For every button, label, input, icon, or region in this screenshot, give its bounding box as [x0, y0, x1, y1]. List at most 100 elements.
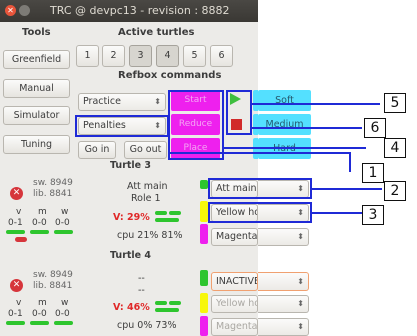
active-turtles-header: Active turtles: [118, 27, 195, 38]
highlight-box-play-stop: [226, 90, 252, 135]
turtle-4-v-indicator: [6, 321, 25, 325]
practice-select[interactable]: Practice ⬍: [78, 93, 166, 111]
turtle-3-role-main: Att main: [127, 181, 168, 192]
turtle-4-home-select-arrow[interactable]: ⬍: [258, 295, 309, 313]
window-minimize-icon[interactable]: [19, 5, 30, 16]
turtle-3-sw-version: sw. 8949: [33, 178, 73, 188]
turtle-3-lib-version: lib. 8841: [33, 189, 73, 199]
tools-header: Tools: [22, 27, 51, 38]
turtle-3-color-select-arrow[interactable]: ⬍: [258, 228, 309, 246]
go-out-button[interactable]: Go out: [124, 141, 167, 159]
annotation-line-2: [312, 188, 382, 190]
turtle-4-status-icon: ✕: [10, 279, 23, 292]
turtle-3-val-v: 0-1: [8, 218, 23, 228]
turtle-2-toggle[interactable]: 2: [102, 45, 125, 67]
chevron-updown-icon: ⬍: [297, 277, 304, 286]
callout-4: 4: [384, 138, 406, 158]
turtle-4-home-select-value: Yellow home: [216, 298, 257, 309]
turtle-3-warning-indicator: [15, 237, 27, 242]
turtle-4-color-select-value: Magenta: [216, 321, 258, 332]
turtle-3-link-bar: [155, 218, 179, 222]
chevron-updown-icon: ⬍: [297, 232, 304, 241]
callout-3: 3: [362, 205, 384, 225]
turtle-4-role-select[interactable]: INACTIVE: [211, 272, 258, 291]
turtle-1-toggle[interactable]: 1: [76, 45, 99, 67]
turtle-4-col-m: m: [38, 298, 47, 308]
turtle-3-home-color: [200, 201, 208, 222]
medium-button[interactable]: Medium: [258, 114, 311, 135]
highlight-box-home-select: [208, 202, 312, 223]
turtle-4-val-m: 0-0: [32, 309, 47, 319]
highlight-box-role-select: [208, 178, 312, 199]
turtle-4-home-color: [200, 293, 208, 313]
window-title: TRC @ devpc13 - revision : 8882: [50, 4, 230, 17]
turtle-4-role-sub: --: [138, 285, 145, 296]
turtle-3-col-m: m: [38, 207, 47, 217]
annotation-line-1-horizontal: [169, 152, 351, 154]
refbox-header: Refbox commands: [118, 70, 222, 81]
turtle-4-title: Turtle 4: [110, 250, 152, 261]
callout-5: 5: [384, 93, 406, 113]
turtle-4-cpu: cpu 0% 73%: [117, 320, 177, 331]
tool-greenfield-button[interactable]: Greenfield: [3, 50, 70, 69]
turtle-4-role-select-arrow[interactable]: ⬍: [258, 272, 309, 291]
turtle-4-voltage: V: 46%: [113, 302, 150, 313]
turtle-4-color-select[interactable]: Magenta: [211, 318, 258, 336]
turtle-3-cpu: cpu 21% 81%: [117, 230, 183, 241]
turtle-3-status-icon: ✕: [10, 187, 23, 200]
window-close-icon[interactable]: ✕: [5, 5, 16, 16]
callout-6: 6: [364, 118, 386, 138]
tool-manual-button[interactable]: Manual: [3, 79, 70, 98]
turtle-3-link-bar: [169, 211, 181, 215]
annotation-line-5: [252, 103, 380, 105]
turtle-4-role-select-value: INACTIVE: [216, 276, 258, 287]
highlight-box-penalties: [75, 115, 169, 137]
annotation-line-3: [312, 212, 362, 214]
turtle-4-w-indicator: [54, 321, 73, 325]
turtle-3-w-indicator: [54, 230, 73, 234]
turtle-4-color-select-arrow[interactable]: ⬍: [258, 318, 309, 336]
turtle-4-toggle[interactable]: 4: [156, 45, 179, 67]
turtle-3-toggle[interactable]: 3: [129, 45, 152, 67]
turtle-3-v-indicator: [6, 230, 25, 234]
turtle-4-role-main: --: [138, 273, 145, 284]
turtle-3-col-v: v: [16, 207, 22, 217]
turtle-4-link-bar: [169, 301, 181, 305]
turtle-4-team-color: [200, 316, 208, 336]
turtle-5-toggle[interactable]: 5: [183, 45, 206, 67]
turtle-4-m-indicator: [30, 321, 49, 325]
callout-1: 1: [362, 163, 384, 183]
title-bar: ✕ TRC @ devpc13 - revision : 8882: [0, 0, 258, 22]
turtle-3-role-sub: Role 1: [131, 193, 161, 204]
turtle-4-link-bar: [155, 308, 179, 312]
highlight-box-commands: [168, 90, 224, 160]
turtle-4-col-v: v: [16, 298, 22, 308]
soft-button[interactable]: Soft: [258, 90, 311, 111]
chevron-updown-icon: ⬍: [297, 299, 304, 308]
turtle-3-val-m: 0-0: [32, 218, 47, 228]
turtle-3-voltage: V: 29%: [113, 212, 150, 223]
practice-select-value: Practice: [83, 96, 121, 107]
turtle-3-val-w: 0-0: [55, 218, 70, 228]
turtle-6-toggle[interactable]: 6: [210, 45, 233, 67]
turtle-4-col-w: w: [61, 298, 69, 308]
chevron-updown-icon: ⬍: [154, 97, 161, 106]
go-in-button[interactable]: Go in: [78, 141, 116, 159]
turtle-3-link-bar: [155, 211, 167, 215]
annotation-line-4: [224, 147, 366, 149]
turtle-4-sw-version: sw. 8949: [33, 270, 73, 280]
tool-simulator-button[interactable]: Simulator: [3, 106, 70, 125]
chevron-updown-icon: ⬍: [297, 322, 304, 331]
turtle-3-role-color: [200, 180, 208, 189]
turtle-3-color-select[interactable]: Magenta: [211, 228, 258, 246]
turtle-3-m-indicator: [30, 230, 49, 234]
turtle-4-lib-version: lib. 8841: [33, 281, 73, 291]
annotation-line-1: [349, 152, 351, 172]
turtle-4-home-select[interactable]: Yellow home: [211, 295, 258, 313]
turtle-4-role-color: [200, 270, 208, 286]
tool-tuning-button[interactable]: Tuning: [3, 135, 70, 154]
turtle-4-val-v: 0-1: [8, 309, 23, 319]
turtle-3-color-select-value: Magenta: [216, 231, 258, 242]
annotation-line-6: [252, 127, 362, 129]
turtle-4-link-bar: [155, 301, 167, 305]
